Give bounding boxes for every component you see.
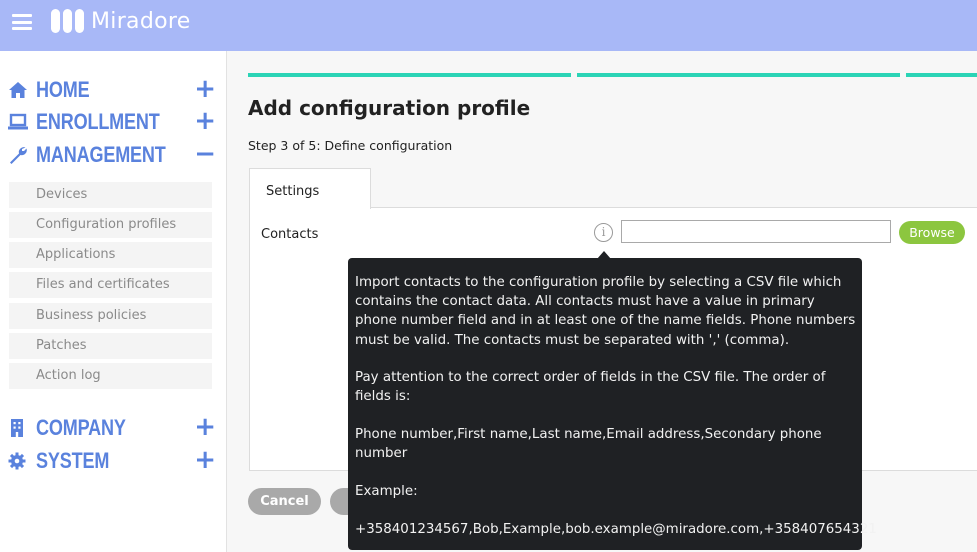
page-title: Add configuration profile xyxy=(248,96,531,120)
sidebar-item-enrollment[interactable]: ENROLLMENT + xyxy=(8,106,216,137)
sidebar-item-label: HOME xyxy=(36,77,90,102)
tab-settings[interactable]: Settings xyxy=(249,168,371,209)
sidebar-item-company[interactable]: COMPANY + xyxy=(8,412,216,443)
sidebar-item-system[interactable]: SYSTEM + xyxy=(8,445,216,476)
sidebar-subitem-label: Applications xyxy=(36,247,116,262)
hamburger-menu-icon[interactable] xyxy=(12,14,32,30)
sidebar-item-label: ENROLLMENT xyxy=(36,109,160,134)
tooltip-example-value: +358401234567,Bob,Example,bob.example@mi… xyxy=(355,522,877,537)
info-icon[interactable]: i xyxy=(594,223,613,242)
sidebar-subitem-applications[interactable]: Applications xyxy=(9,242,212,268)
sidebar-item-label: MANAGEMENT xyxy=(36,142,166,167)
expand-icon[interactable]: + xyxy=(194,74,216,104)
tooltip-field-order: Phone number,First name,Last name,Email … xyxy=(355,427,822,462)
sidebar-item-label: COMPANY xyxy=(36,415,126,440)
contacts-file-input[interactable] xyxy=(621,220,891,243)
sidebar-item-label: SYSTEM xyxy=(36,448,110,473)
sidebar-subitem-action-log[interactable]: Action log xyxy=(9,363,212,389)
contacts-help-tooltip: Import contacts to the configuration pro… xyxy=(348,258,877,550)
progress-step-1 xyxy=(248,73,571,77)
contacts-label: Contacts xyxy=(261,227,319,242)
sidebar-subitem-label: Action log xyxy=(36,368,101,383)
laptop-icon xyxy=(8,113,28,130)
sidebar-subitem-label: Files and certificates xyxy=(36,277,170,292)
sidebar-subitem-label: Business policies xyxy=(36,308,147,323)
tooltip-description: Import contacts to the configuration pro… xyxy=(355,275,856,348)
expand-icon[interactable]: + xyxy=(194,412,216,442)
sidebar-item-home[interactable]: HOME + xyxy=(8,74,216,105)
gear-icon xyxy=(8,452,26,470)
sidebar-subitem-configuration-profiles[interactable]: Configuration profiles xyxy=(9,212,212,238)
collapse-icon[interactable]: − xyxy=(194,139,216,169)
tab-label: Settings xyxy=(266,184,320,199)
sidebar-subitem-label: Configuration profiles xyxy=(36,217,177,232)
sidebar-subitem-files-and-certificates[interactable]: Files and certificates xyxy=(9,272,212,298)
sidebar-subitem-label: Devices xyxy=(36,187,88,202)
sidebar-subitem-devices[interactable]: Devices xyxy=(9,182,212,208)
step-indicator: Step 3 of 5: Define configuration xyxy=(248,138,453,153)
top-bar: Miradore xyxy=(0,0,977,51)
wrench-icon xyxy=(10,147,27,164)
progress-step-3 xyxy=(906,73,977,77)
sidebar-item-management[interactable]: MANAGEMENT − xyxy=(8,139,216,170)
cancel-button[interactable]: Cancel xyxy=(248,488,321,515)
expand-icon[interactable]: + xyxy=(194,106,216,136)
expand-icon[interactable]: + xyxy=(194,445,216,475)
building-icon xyxy=(11,419,23,437)
sidebar: HOME + ENROLLMENT + MANAGEMENT − Devices… xyxy=(0,51,227,552)
sidebar-subitem-patches[interactable]: Patches xyxy=(9,333,212,359)
progress-step-2 xyxy=(577,73,900,77)
miradore-logo-icon xyxy=(51,9,85,33)
browse-button[interactable]: Browse xyxy=(899,221,965,244)
sidebar-subitem-business-policies[interactable]: Business policies xyxy=(9,303,212,329)
tooltip-example-label: Example: xyxy=(355,484,418,499)
home-icon xyxy=(9,82,27,98)
brand-name: Miradore xyxy=(91,9,191,34)
sidebar-subitem-label: Patches xyxy=(36,338,87,353)
tooltip-order-note: Pay attention to the correct order of fi… xyxy=(355,370,826,405)
